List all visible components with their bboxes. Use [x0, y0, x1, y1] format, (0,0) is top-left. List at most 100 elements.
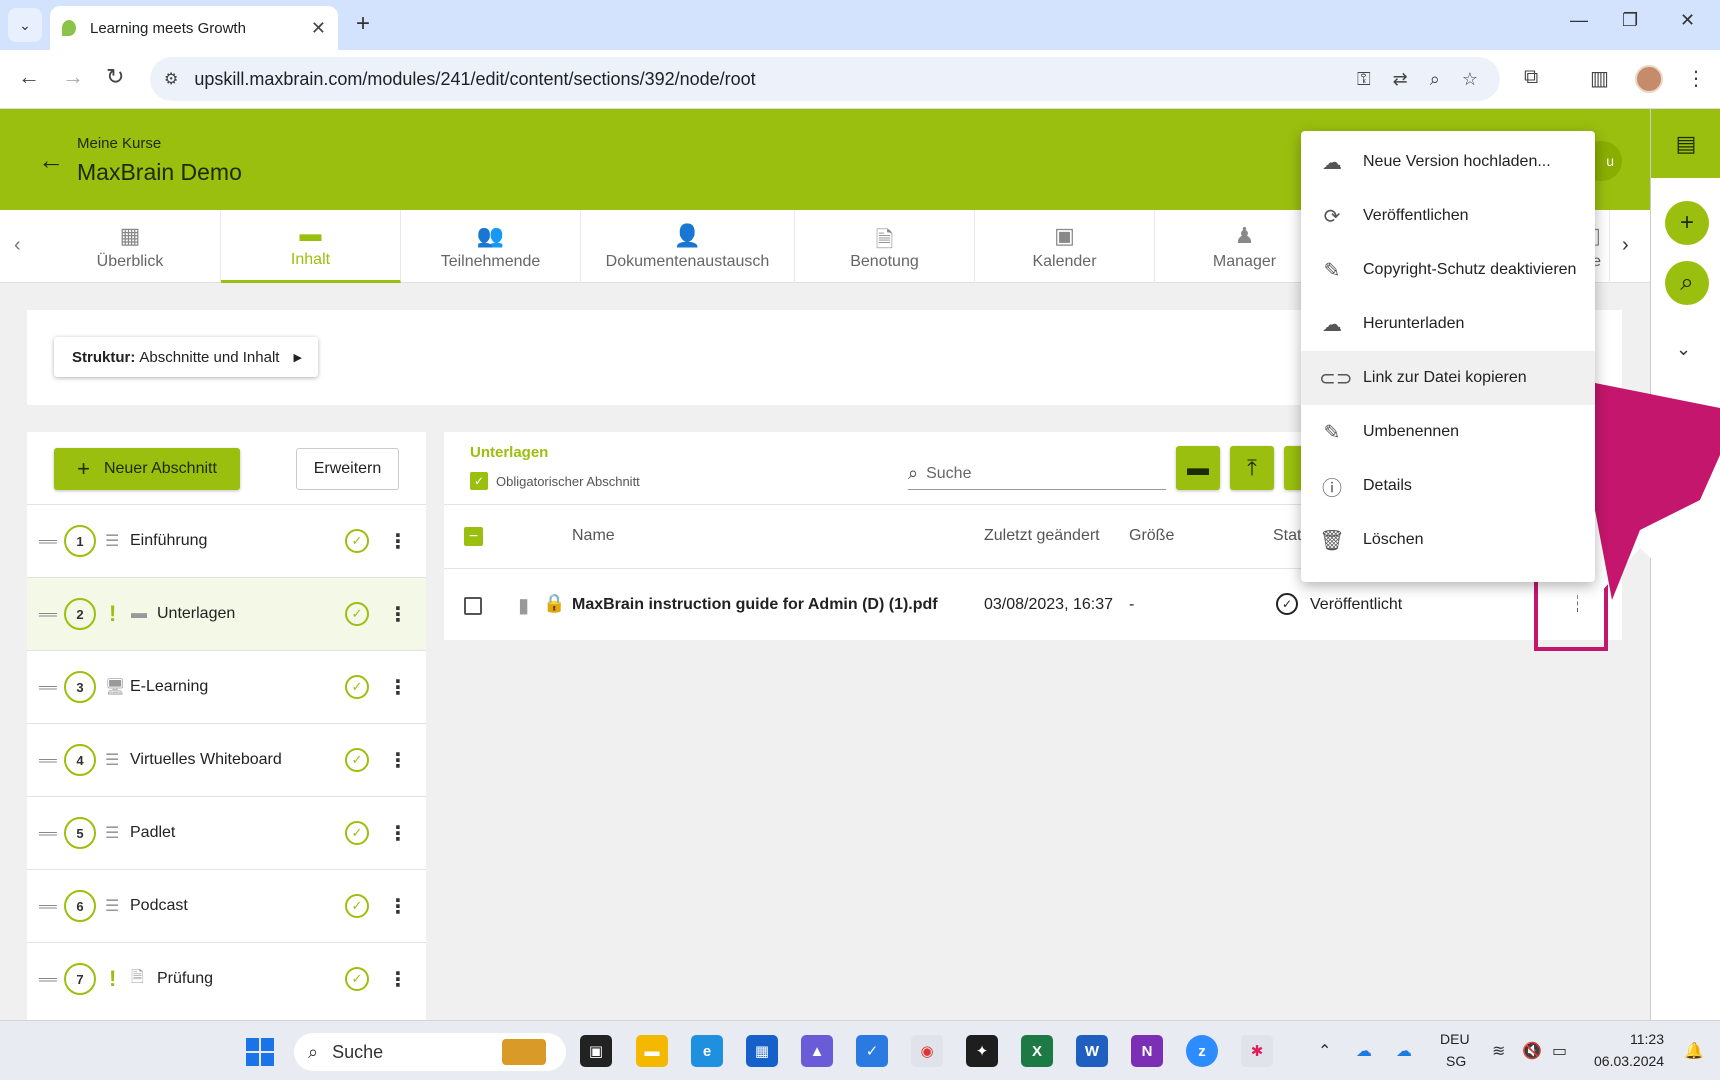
drag-handle-icon[interactable]: ══ [39, 752, 57, 768]
onedrive-icon[interactable]: ☁ [1356, 1041, 1372, 1061]
language-region[interactable]: SG [1446, 1053, 1466, 1069]
store-icon[interactable]: ▦ [746, 1035, 778, 1067]
menu-item-copyright[interactable]: ✎ Copyright-Schutz deaktivieren [1301, 243, 1595, 297]
section-item[interactable]: ══ 6 ☰ Podcast ✓ ⋮ [27, 869, 426, 942]
slack-icon[interactable]: ✱ [1241, 1035, 1273, 1067]
upload-button[interactable]: ⤒ [1230, 446, 1274, 490]
figma-icon[interactable]: ✦ [966, 1035, 998, 1067]
more-vertical-icon[interactable]: ⋮ [388, 748, 408, 773]
section-item[interactable]: ══ 4 ☰ Virtuelles Whiteboard ✓ ⋮ [27, 723, 426, 796]
menu-item-publish[interactable]: ⟳ Veröffentlichen [1301, 189, 1595, 243]
drag-handle-icon[interactable]: ══ [39, 971, 57, 987]
chevron-right-icon[interactable]: › [1622, 234, 1629, 257]
task-view-icon[interactable]: ▣ [580, 1035, 612, 1067]
tab-ueberblick[interactable]: ▦ Überblick [40, 210, 221, 283]
arrow-left-icon[interactable]: ← [38, 145, 64, 176]
taskbar-search[interactable]: ⌕ Suche [294, 1033, 566, 1071]
notification-bell-icon[interactable]: 🔔 [1684, 1041, 1704, 1061]
excel-icon[interactable]: X [1021, 1035, 1053, 1067]
tab-benotung[interactable]: 🗎 Benotung [795, 210, 975, 283]
more-vertical-icon[interactable]: ⋮ [388, 821, 408, 846]
menu-item-download[interactable]: ☁ Herunterladen [1301, 297, 1595, 351]
chevron-up-icon[interactable]: ⌃ [1318, 1041, 1331, 1061]
chevron-down-icon[interactable]: ⌄ [1676, 339, 1691, 360]
chat-button[interactable]: ▤ [1651, 109, 1720, 178]
clock-date[interactable]: 06.03.2024 [1594, 1053, 1664, 1069]
tab-close-icon[interactable]: ✕ [311, 18, 326, 39]
more-vertical-icon[interactable]: ⋮ [388, 529, 408, 554]
drag-handle-icon[interactable]: ══ [39, 606, 57, 622]
select-all-checkbox[interactable]: − [464, 527, 483, 546]
more-vertical-icon[interactable]: ⋮ [388, 675, 408, 700]
forward-icon[interactable]: → [62, 64, 84, 90]
drag-handle-icon[interactable]: ══ [39, 679, 57, 695]
more-vertical-icon[interactable]: ⋮ [388, 894, 408, 919]
new-tab-icon[interactable]: + [356, 10, 370, 38]
edge-icon[interactable]: e [691, 1035, 723, 1067]
section-item[interactable]: ══ 7 ! 🗎 Prüfung ✓ ⋮ [27, 942, 426, 1015]
column-modified[interactable]: Zuletzt geändert [984, 527, 1100, 545]
drag-handle-icon[interactable]: ══ [39, 825, 57, 841]
row-checkbox[interactable] [464, 597, 482, 615]
drag-handle-icon[interactable]: ══ [39, 533, 57, 549]
column-size[interactable]: Größe [1129, 527, 1174, 545]
translate-icon[interactable]: ⇄ [1393, 69, 1408, 90]
more-vertical-icon[interactable]: ⋮ [388, 967, 408, 992]
tab-search-button[interactable]: ⌄ [8, 8, 42, 42]
section-item[interactable]: ══ 2 ! ▬ Unterlagen ✓ ⋮ [27, 577, 426, 650]
wifi-icon[interactable]: ≋ [1492, 1041, 1505, 1061]
menu-item-rename[interactable]: ✎ Umbenennen [1301, 405, 1595, 459]
menu-item-delete[interactable]: 🗑 Löschen [1301, 513, 1595, 567]
volume-muted-icon[interactable]: 🔇 [1522, 1041, 1542, 1061]
zoom-icon[interactable]: ⌕ [1430, 69, 1440, 90]
section-item[interactable]: ══ 1 ☰ Einführung ✓ ⋮ [27, 504, 426, 577]
structure-dropdown[interactable]: Struktur: Abschnitte und Inhalt ▶ [54, 337, 318, 377]
chrome-icon[interactable]: ◉ [911, 1035, 943, 1067]
password-key-icon[interactable]: ⚿ [1357, 69, 1371, 90]
back-icon[interactable]: ← [18, 64, 40, 90]
expand-button[interactable]: Erweitern [296, 448, 399, 490]
word-icon[interactable]: W [1076, 1035, 1108, 1067]
search-button[interactable]: ⌕ [1665, 261, 1709, 305]
add-button[interactable]: + [1665, 201, 1709, 245]
new-folder-button[interactable]: ▬ [1176, 446, 1220, 490]
browser-menu-icon[interactable]: ⋮ [1686, 66, 1706, 91]
zoom-icon[interactable]: z [1186, 1035, 1218, 1067]
column-status[interactable]: Stat [1273, 527, 1301, 545]
battery-icon[interactable]: ▭ [1552, 1041, 1567, 1061]
minimize-icon[interactable]: — [1570, 10, 1588, 31]
menu-item-copy-link[interactable]: ⊂⊃ Link zur Datei kopieren [1301, 351, 1595, 405]
bookmark-star-icon[interactable]: ☆ [1462, 69, 1478, 90]
menu-item-upload-version[interactable]: ☁ Neue Version hochladen... [1301, 135, 1595, 189]
chevron-left-icon[interactable]: ‹ [14, 234, 21, 257]
more-vertical-icon[interactable]: ⋮ [388, 602, 408, 627]
onenote-icon[interactable]: N [1131, 1035, 1163, 1067]
side-panel-icon[interactable]: ▥ [1590, 66, 1609, 91]
extensions-icon[interactable]: ⧉ [1524, 66, 1538, 89]
section-item[interactable]: ══ 3 🖥 E-Learning ✓ ⋮ [27, 650, 426, 723]
tab-inhalt[interactable]: ▬ Inhalt [221, 210, 401, 283]
windows-start-icon[interactable] [246, 1038, 274, 1066]
column-name[interactable]: Name [572, 527, 615, 545]
menu-item-details[interactable]: ⓘ Details [1301, 459, 1595, 513]
search-input[interactable]: ⌕ Suche [908, 458, 1166, 490]
onedrive-business-icon[interactable]: ☁ [1396, 1041, 1412, 1061]
drag-handle-icon[interactable]: ══ [39, 898, 57, 914]
profile-avatar[interactable] [1635, 65, 1663, 93]
new-section-button[interactable]: + Neuer Abschnitt [54, 448, 240, 490]
window-close-icon[interactable]: ✕ [1680, 10, 1695, 31]
tab-teilnehmende[interactable]: 👥 Teilnehmende [401, 210, 581, 283]
file-name[interactable]: MaxBrain instruction guide for Admin (D)… [572, 596, 938, 614]
file-explorer-icon[interactable]: ▬ [636, 1035, 668, 1067]
clock-time[interactable]: 11:23 [1630, 1031, 1664, 1047]
browser-tab[interactable]: Learning meets Growth ✕ [50, 6, 338, 50]
mandatory-checkbox[interactable]: ✓ Obligatorischer Abschnitt [470, 472, 640, 490]
app-triangle-icon[interactable]: ▲ [801, 1035, 833, 1067]
url-bar[interactable]: ⚙ upskill.maxbrain.com/modules/241/edit/… [150, 57, 1500, 101]
breadcrumb[interactable]: Meine Kurse [77, 135, 161, 152]
language-code[interactable]: DEU [1440, 1031, 1470, 1047]
tab-kalender[interactable]: ▣ Kalender [975, 210, 1155, 283]
reload-icon[interactable]: ↻ [106, 64, 124, 90]
restore-icon[interactable]: ❐ [1622, 10, 1638, 31]
todo-icon[interactable]: ✓ [856, 1035, 888, 1067]
